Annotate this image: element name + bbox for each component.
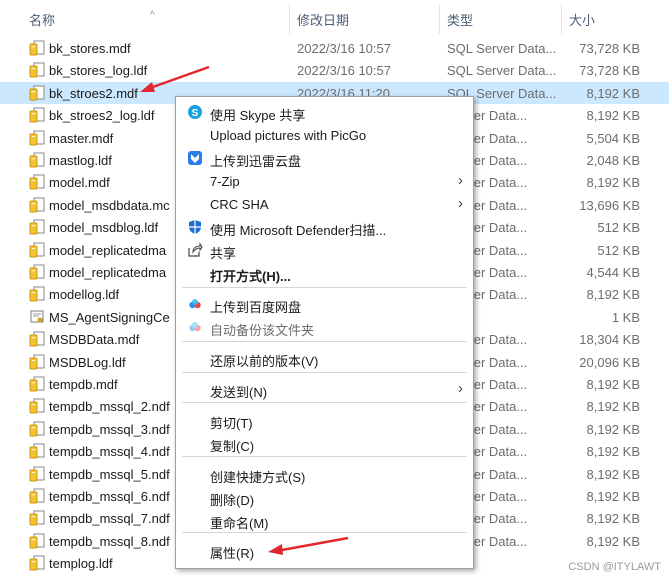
watermark: CSDN @ITYLAWT [568,561,661,573]
annotation-arrows [140,65,349,555]
annotation-arrow-properties [268,536,349,555]
annotation-arrow-file [140,65,210,92]
